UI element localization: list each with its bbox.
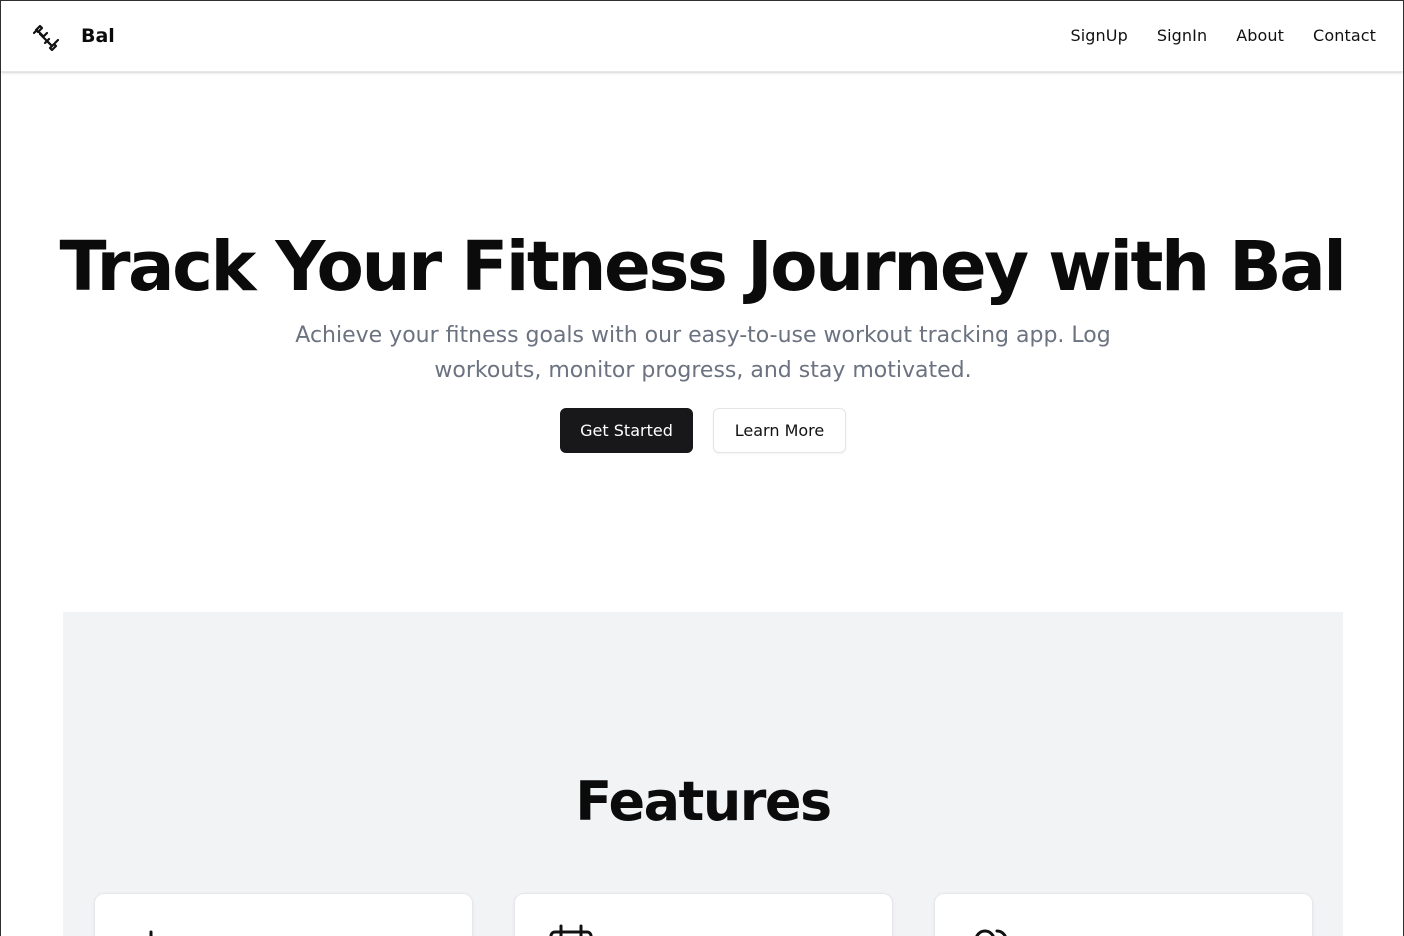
features-title: Features [575, 770, 832, 833]
dumbbell-icon [32, 24, 60, 52]
main-nav: SignUp SignIn About Contact [1071, 26, 1377, 45]
nav-signup-link[interactable]: SignUp [1071, 26, 1128, 45]
learn-more-button[interactable]: Learn More [713, 408, 846, 453]
page: Bal SignUp SignIn About Contact Track Yo… [0, 0, 1404, 936]
features-section: Features [63, 612, 1343, 936]
hero-title: Track Your Fitness Journey with Bal [59, 227, 1347, 307]
users-icon [975, 929, 1007, 936]
feature-card-3 [934, 893, 1313, 936]
feature-card-1 [94, 893, 473, 936]
hero-subtitle: Achieve your fitness goals with our easy… [295, 323, 1111, 383]
plus-icon [149, 930, 153, 936]
nav-about-link[interactable]: About [1236, 26, 1284, 45]
nav-signin-link[interactable]: SignIn [1157, 26, 1207, 45]
brand-name[interactable]: Bal [81, 25, 115, 47]
get-started-button[interactable]: Get Started [560, 408, 693, 453]
top-navbar: Bal SignUp SignIn About Contact [1, 1, 1403, 72]
nav-contact-link[interactable]: Contact [1313, 26, 1376, 45]
calendar-icon [549, 924, 593, 936]
feature-card-2 [514, 893, 893, 936]
